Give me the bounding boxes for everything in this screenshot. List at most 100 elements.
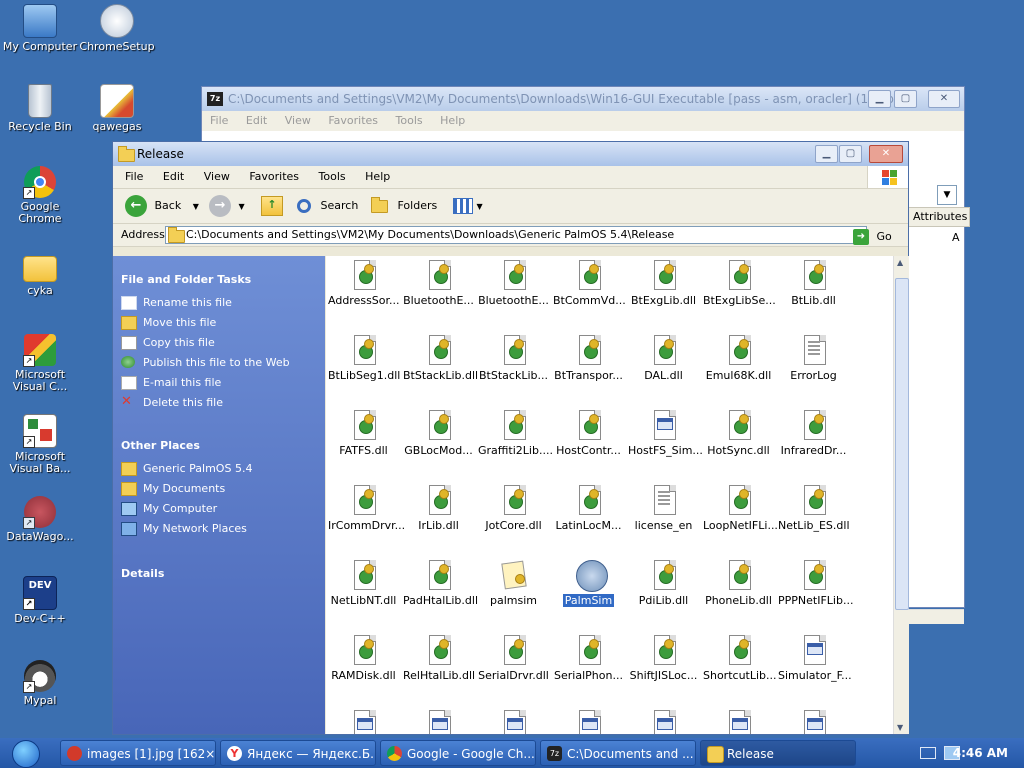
folders-button[interactable]: Folders <box>371 194 437 218</box>
file-item[interactable] <box>626 710 701 734</box>
file-item[interactable]: ShortcutLib... <box>701 635 777 710</box>
desktop-icon-visual-basic[interactable]: ↗ Microsoft Visual Ba... <box>1 414 79 475</box>
views-button[interactable]: ▼ <box>453 194 483 218</box>
keyboard-icon[interactable] <box>920 747 936 759</box>
menu-favorites[interactable]: Favorites <box>328 114 378 127</box>
file-item[interactable]: BtStackLib.dll <box>401 335 478 410</box>
clock[interactable]: 4:46 AM <box>953 738 1008 768</box>
search-button[interactable]: Search <box>297 194 358 218</box>
file-item[interactable]: license_en <box>626 485 701 560</box>
up-folder-button[interactable]: ↑ <box>261 194 283 218</box>
file-item[interactable]: SerialPhon... <box>551 635 626 710</box>
file-item[interactable]: IrLib.dll <box>401 485 476 560</box>
file-item[interactable] <box>776 710 851 734</box>
desktop-icon-dev-cpp[interactable]: DEV ↗ Dev-C++ <box>1 576 79 625</box>
place-my-computer[interactable]: My Computer <box>113 502 317 516</box>
task-move[interactable]: Move this file <box>113 316 317 330</box>
file-item[interactable] <box>701 710 776 734</box>
file-item[interactable]: BluetoothE... <box>401 260 476 335</box>
close-button[interactable]: ✕ <box>869 145 903 163</box>
menu-favorites[interactable]: Favorites <box>249 170 299 183</box>
file-item[interactable]: IrCommDrvr... <box>326 485 405 560</box>
task-email[interactable]: E-mail this file <box>113 376 317 390</box>
back-button[interactable]: ← Back ▼ <box>125 194 199 218</box>
file-list[interactable]: AddressSor... BluetoothE... BluetoothE... B… <box>326 256 893 734</box>
address-input[interactable]: C:\Documents and Settings\VM2\My Documen… <box>165 226 867 244</box>
file-item[interactable]: palmsim <box>476 560 551 635</box>
forward-button[interactable]: → ▼ <box>209 194 245 218</box>
desktop-icon-chromesetup[interactable]: ChromeSetup <box>78 4 156 53</box>
file-item[interactable]: BluetoothE... <box>476 260 551 335</box>
desktop-icon-visual-c[interactable]: ↗ Microsoft Visual C... <box>1 334 79 393</box>
other-places-header[interactable]: Other Places <box>113 436 325 456</box>
menu-file[interactable]: File <box>125 170 143 183</box>
dropdown-arrow-icon[interactable]: ▼ <box>937 185 957 205</box>
file-item[interactable]: JotCore.dll <box>476 485 551 560</box>
taskbar-item-google-chrome[interactable]: Google - Google Ch... <box>380 740 536 766</box>
file-item[interactable]: BtCommVd... <box>551 260 626 335</box>
file-item[interactable]: BtLibSeg1.dll <box>326 335 401 410</box>
file-item[interactable]: PadHtalLib.dll <box>401 560 478 635</box>
file-item[interactable] <box>551 710 626 734</box>
menu-tools[interactable]: Tools <box>396 114 423 127</box>
menu-view[interactable]: View <box>285 114 311 127</box>
desktop-icon-my-computer[interactable]: My Computer <box>1 4 79 53</box>
chevron-down-icon[interactable]: ▼ <box>239 202 245 211</box>
file-item[interactable] <box>476 710 551 734</box>
file-item[interactable] <box>326 710 401 734</box>
file-item[interactable]: SerialDrvr.dll <box>476 635 551 710</box>
file-item[interactable] <box>401 710 476 734</box>
go-button[interactable]: ➜ Go <box>853 226 892 248</box>
file-item[interactable]: NetLibNT.dll <box>326 560 401 635</box>
background-window-titlebar[interactable]: 7z C:\Documents and Settings\VM2\My Docu… <box>202 87 964 111</box>
menu-edit[interactable]: Edit <box>163 170 184 183</box>
file-item[interactable]: HostContr... <box>551 410 626 485</box>
chevron-down-icon[interactable]: ▼ <box>193 202 199 211</box>
desktop-icon-mypal[interactable]: ↗ Mypal <box>1 660 79 707</box>
file-item[interactable]: PPPNetIFLib... <box>776 560 853 635</box>
details-header[interactable]: Details <box>113 564 325 584</box>
vertical-scrollbar[interactable]: ▲ ▼ <box>893 256 909 734</box>
menu-file[interactable]: File <box>210 114 228 127</box>
window-titlebar[interactable]: Release ▁ ▢ ✕ <box>113 142 908 166</box>
task-publish[interactable]: Publish this file to the Web <box>113 356 317 369</box>
column-header-attributes[interactable]: Attributes <box>908 207 970 227</box>
taskbar-item-yandex[interactable]: Y Яндекс — Яндекс.Б... <box>220 740 376 766</box>
taskbar-item-7zip[interactable]: 7z C:\Documents and ... <box>540 740 696 766</box>
file-item[interactable]: DAL.dll <box>626 335 701 410</box>
file-tasks-header[interactable]: File and Folder Tasks <box>113 270 325 290</box>
file-item[interactable]: HotSync.dll <box>701 410 776 485</box>
file-item[interactable]: Simulator_F... <box>776 635 852 710</box>
file-item[interactable]: PdiLib.dll <box>626 560 701 635</box>
file-item[interactable]: Graffiti2Lib.... <box>476 410 553 485</box>
file-item[interactable]: AddressSor... <box>326 260 401 335</box>
explorer-window[interactable]: Release ▁ ▢ ✕ File Edit View Favorites T… <box>112 141 909 735</box>
file-item[interactable]: BtExgLibSe... <box>701 260 776 335</box>
desktop-icon-recycle-bin[interactable]: Recycle Bin <box>1 84 79 133</box>
scroll-down-icon[interactable]: ▼ <box>897 723 903 732</box>
place-generic-palmos[interactable]: Generic PalmOS 5.4 <box>113 462 317 476</box>
horizontal-scrollbar[interactable] <box>908 609 964 624</box>
file-item[interactable]: FATFS.dll <box>326 410 401 485</box>
file-item[interactable]: GBLocMod... <box>401 410 476 485</box>
menu-tools[interactable]: Tools <box>319 170 346 183</box>
file-item[interactable]: LoopNetIFLi... <box>701 485 778 560</box>
task-rename[interactable]: Rename this file <box>113 296 317 310</box>
maximize-button[interactable]: ▢ <box>839 145 862 163</box>
desktop-icon-qawegas[interactable]: qawegas <box>78 84 156 133</box>
scroll-up-icon[interactable]: ▲ <box>897 258 903 267</box>
file-item[interactable]: ShiftJISLoc... <box>626 635 701 710</box>
place-my-network[interactable]: My Network Places <box>113 522 317 536</box>
file-item[interactable]: BtExgLib.dll <box>626 260 701 335</box>
file-item[interactable]: RelHtalLib.dll <box>401 635 476 710</box>
start-button[interactable] <box>4 740 46 768</box>
file-item[interactable]: BtTranspor... <box>551 335 626 410</box>
menu-view[interactable]: View <box>204 170 230 183</box>
desktop-icon-cyka[interactable]: cyka <box>1 250 79 297</box>
menu-help[interactable]: Help <box>440 114 465 127</box>
taskbar-item-release[interactable]: Release <box>700 740 856 766</box>
task-delete[interactable]: ✕ Delete this file <box>113 395 317 409</box>
file-item[interactable]: PhoneLib.dll <box>701 560 776 635</box>
place-my-documents[interactable]: My Documents <box>113 482 317 496</box>
menu-help[interactable]: Help <box>365 170 390 183</box>
